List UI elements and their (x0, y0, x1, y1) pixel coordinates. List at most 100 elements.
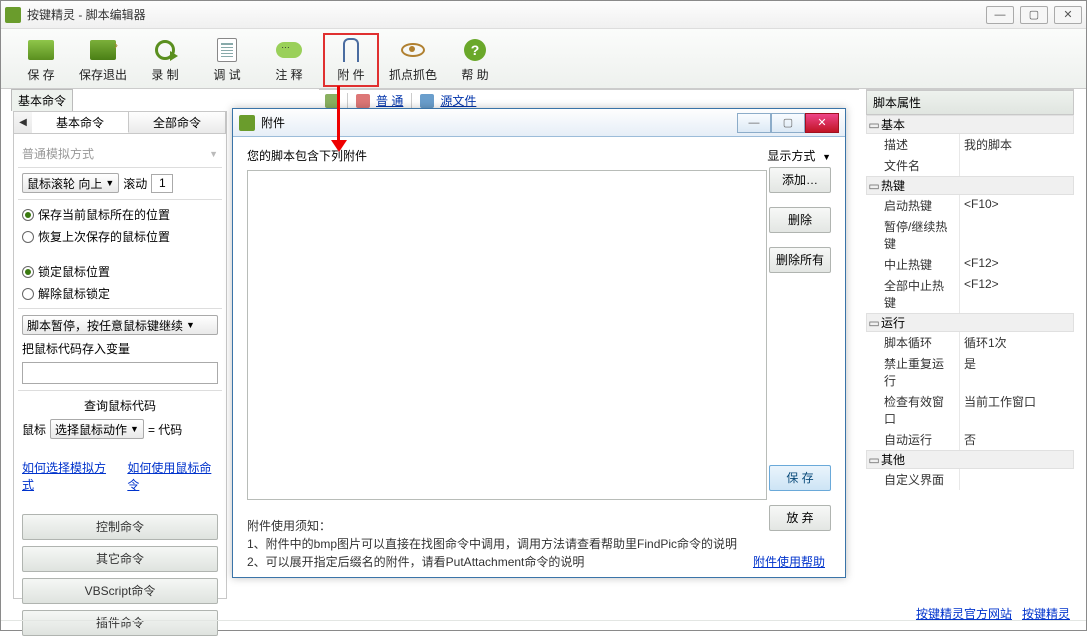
footer-line2: 2、可以展开指定后缀名的附件，请看PutAttachment命令的说明 (247, 553, 831, 571)
link-choose-sim[interactable]: 如何选择模拟方式 (22, 459, 113, 493)
tab-scroll-left[interactable]: ◀ (14, 112, 32, 133)
paperclip-icon (343, 38, 359, 62)
toolbar-debug[interactable]: 调 试 (199, 33, 255, 87)
toolbar-help[interactable]: ?帮 助 (447, 33, 503, 87)
main-toolbar: 保 存 保存退出 录 制 调 试 注 释 附 件 抓点抓色 ?帮 助 (1, 29, 1086, 89)
prop-desc[interactable]: 描述我的脚本 (866, 134, 1074, 155)
group-hotkey[interactable]: ▭热键 (866, 176, 1074, 195)
record-icon (155, 40, 175, 60)
prop-filename[interactable]: 文件名 (866, 155, 1074, 176)
link-forum[interactable]: 按键精灵 (1022, 605, 1070, 622)
dialog-maximize[interactable]: ▢ (771, 113, 805, 133)
footer-line1: 1、附件中的bmp图片可以直接在找图命令中调用，调用方法请查看帮助里FindPi… (247, 535, 831, 553)
dialog-window-controls: — ▢ ✕ (737, 113, 839, 133)
dialog-header-text: 您的脚本包含下列附件 (247, 147, 367, 164)
tab-source[interactable]: 源文件 (440, 92, 476, 109)
chevron-down-icon: ▼ (105, 178, 114, 188)
normal-tab-icon (356, 94, 370, 108)
pause-dropdown-row[interactable]: 脚本暂停，按任意鼠标键继续▼ (22, 315, 218, 335)
link-official-site[interactable]: 按键精灵官方网站 (916, 605, 1012, 622)
category-vbscript[interactable]: VBScript命令 (22, 578, 218, 604)
app-title: 按键精灵 - 脚本编辑器 (27, 6, 986, 23)
attachment-dialog: 附件 — ▢ ✕ 您的脚本包含下列附件 显示方式 ▼ 添加… 删除 删除所有 保… (232, 108, 846, 578)
left-section-label: 基本命令 (11, 89, 73, 111)
prop-stop-hotkey[interactable]: 中止热键<F12> (866, 254, 1074, 275)
radio-icon (22, 209, 34, 221)
group-basic[interactable]: ▭基本 (866, 115, 1074, 134)
radio-save-pos[interactable]: 保存当前鼠标所在的位置 (22, 206, 218, 223)
mouse-action-dropdown[interactable]: 选择鼠标动作▼ (50, 419, 144, 439)
maximize-button[interactable]: ▢ (1020, 6, 1048, 24)
dialog-title: 附件 (261, 114, 737, 131)
footer-links: 按键精灵官方网站 按键精灵 (916, 605, 1070, 622)
delete-button[interactable]: 删除 (769, 207, 831, 233)
comment-icon (276, 42, 302, 58)
dialog-close[interactable]: ✕ (805, 113, 839, 133)
radio-icon (22, 288, 34, 300)
callout-arrow (337, 86, 340, 142)
prop-loop[interactable]: 脚本循环循环1次 (866, 332, 1074, 353)
mouse-wheel-row: 鼠标滚轮 向上▼ 滚动 (22, 173, 218, 193)
chevron-down-icon: ▼ (186, 320, 195, 330)
radio-lock[interactable]: 锁定鼠标位置 (22, 263, 218, 280)
toolbar-record[interactable]: 录 制 (137, 33, 193, 87)
toolbar-save[interactable]: 保 存 (13, 33, 69, 87)
delete-all-button[interactable]: 删除所有 (769, 247, 831, 273)
app-icon (5, 7, 21, 23)
prop-custom-ui[interactable]: 自定义界面 (866, 469, 1074, 490)
group-other[interactable]: ▭其他 (866, 450, 1074, 469)
toolbar-colorpicker[interactable]: 抓点抓色 (385, 33, 441, 87)
var-input[interactable] (22, 362, 218, 384)
dialog-titlebar: 附件 — ▢ ✕ (233, 109, 845, 137)
display-mode-dropdown[interactable]: 显示方式 ▼ (767, 147, 831, 164)
tab-basic-commands[interactable]: 基本命令 (32, 112, 129, 133)
attachment-list[interactable] (247, 170, 767, 500)
attachment-help-link[interactable]: 附件使用帮助 (753, 553, 825, 571)
close-button[interactable]: ✕ (1054, 6, 1082, 24)
link-how-use[interactable]: 如何使用鼠标命令 (127, 459, 218, 493)
chevron-down-icon: ▼ (130, 424, 139, 434)
prop-noredo[interactable]: 禁止重复运行是 (866, 353, 1074, 391)
prop-autorun[interactable]: 自动运行否 (866, 429, 1074, 450)
minimize-button[interactable]: — (986, 6, 1014, 24)
dialog-side-buttons: 添加… 删除 删除所有 保 存 放 弃 (769, 167, 831, 531)
eyedropper-icon (401, 43, 425, 57)
debug-icon (217, 38, 237, 62)
var-row: 把鼠标代码存入变量 (22, 340, 218, 357)
category-plugin[interactable]: 插件命令 (22, 610, 218, 636)
toolbar-save-exit[interactable]: 保存退出 (75, 33, 131, 87)
collapse-icon: ▭ (867, 316, 881, 330)
chevron-down-icon: ▼ (822, 152, 831, 162)
toolbar-attachment[interactable]: 附 件 (323, 33, 379, 87)
save-icon (28, 40, 54, 60)
prop-stopall-hotkey[interactable]: 全部中止热键<F12> (866, 275, 1074, 313)
prop-checkwin[interactable]: 检查有效窗口当前工作窗口 (866, 391, 1074, 429)
dialog-footer: 附件使用须知： 1、附件中的bmp图片可以直接在找图命令中调用，调用方法请查看帮… (247, 517, 831, 571)
save-exit-icon (90, 40, 116, 60)
wheel-dropdown[interactable]: 鼠标滚轮 向上▼ (22, 173, 119, 193)
properties-panel: 脚本属性 ▭基本 描述我的脚本 文件名 ▭热键 启动热键<F10> 暂停/继续热… (866, 89, 1074, 599)
dialog-minimize[interactable]: — (737, 113, 771, 133)
radio-restore-pos[interactable]: 恢复上次保存的鼠标位置 (22, 228, 218, 245)
left-section-tab: 基本命令 (11, 89, 73, 111)
mouse-action-row: 鼠标 选择鼠标动作▼ = 代码 (22, 419, 218, 439)
footer-label: 附件使用须知： (247, 517, 831, 535)
collapse-icon: ▭ (867, 179, 881, 193)
scroll-count-input[interactable] (151, 174, 173, 193)
dialog-icon (239, 115, 255, 131)
tab-all-commands[interactable]: 全部命令 (129, 112, 226, 133)
prop-start-hotkey[interactable]: 启动热键<F10> (866, 195, 1074, 216)
radio-unlock[interactable]: 解除鼠标锁定 (22, 285, 218, 302)
tab-normal[interactable]: 普 通 (376, 92, 403, 109)
collapse-icon: ▭ (867, 118, 881, 132)
group-run[interactable]: ▭运行 (866, 313, 1074, 332)
category-control[interactable]: 控制命令 (22, 514, 218, 540)
toolbar-comment[interactable]: 注 释 (261, 33, 317, 87)
help-icon: ? (464, 39, 486, 61)
collapse-icon: ▭ (867, 453, 881, 467)
save-button[interactable]: 保 存 (769, 465, 831, 491)
add-button[interactable]: 添加… (769, 167, 831, 193)
prop-pause-hotkey[interactable]: 暂停/继续热键 (866, 216, 1074, 254)
properties-title: 脚本属性 (866, 90, 1074, 115)
category-other[interactable]: 其它命令 (22, 546, 218, 572)
